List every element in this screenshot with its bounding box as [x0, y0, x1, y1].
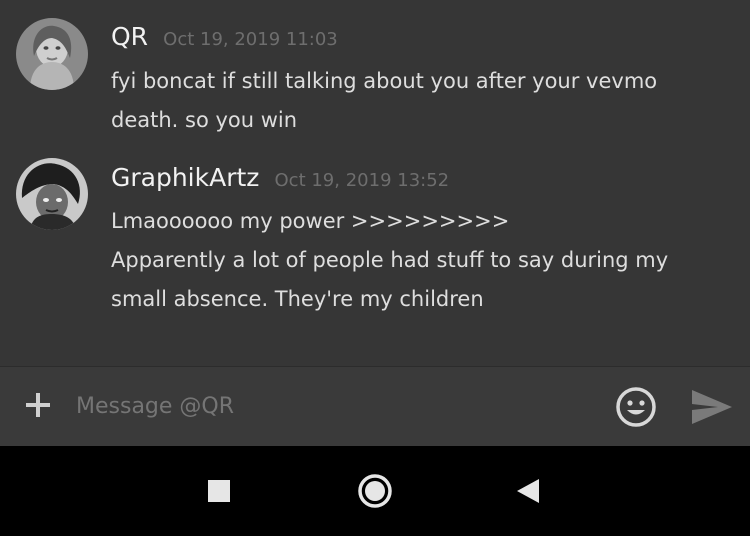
- author-name[interactable]: QR: [111, 22, 148, 51]
- emoji-button[interactable]: [614, 385, 658, 429]
- message-content: Lmaoooooo my power >>>>>>>>> Apparently …: [111, 202, 731, 319]
- back-triangle-icon: [517, 479, 539, 503]
- home-circle-icon: [358, 474, 392, 508]
- message-timestamp: Oct 19, 2019 11:03: [163, 29, 338, 50]
- send-button[interactable]: [690, 387, 734, 427]
- message-line: Apparently a lot of people had stuff to …: [111, 248, 669, 272]
- avatar-graphikartz[interactable]: [16, 158, 88, 230]
- message-timestamp: Oct 19, 2019 13:52: [274, 170, 450, 191]
- message-input[interactable]: [76, 389, 576, 425]
- message-header: QR Oct 19, 2019 11:03: [111, 22, 338, 51]
- user-avatar-photo-icon: [16, 18, 88, 90]
- message-line: fyi boncat if still talking about you af…: [111, 69, 658, 93]
- dm-screen: QR Oct 19, 2019 11:03 fyi boncat if stil…: [0, 0, 750, 536]
- system-navigation-bar: [0, 446, 750, 536]
- recents-square-icon: [208, 480, 230, 502]
- user-avatar-illustration-icon: [16, 158, 88, 230]
- message-line: death. so you win: [111, 108, 298, 132]
- message-content: fyi boncat if still talking about you af…: [111, 62, 731, 140]
- avatar-qr[interactable]: [16, 18, 88, 90]
- add-attachment-button[interactable]: [22, 389, 54, 421]
- home-button[interactable]: [355, 471, 395, 511]
- emoji-icon: [616, 387, 656, 427]
- message-line: small absence. They're my children: [111, 287, 484, 311]
- author-name[interactable]: GraphikArtz: [111, 163, 259, 192]
- message-list[interactable]: QR Oct 19, 2019 11:03 fyi boncat if stil…: [0, 0, 750, 366]
- send-icon: [692, 390, 732, 424]
- message-header: GraphikArtz Oct 19, 2019 13:52: [111, 163, 449, 192]
- plus-icon: [26, 393, 50, 417]
- back-button[interactable]: [508, 471, 548, 511]
- message-line: Lmaoooooo my power >>>>>>>>>: [111, 209, 510, 233]
- message-composer: [0, 366, 750, 447]
- recents-button[interactable]: [199, 471, 239, 511]
